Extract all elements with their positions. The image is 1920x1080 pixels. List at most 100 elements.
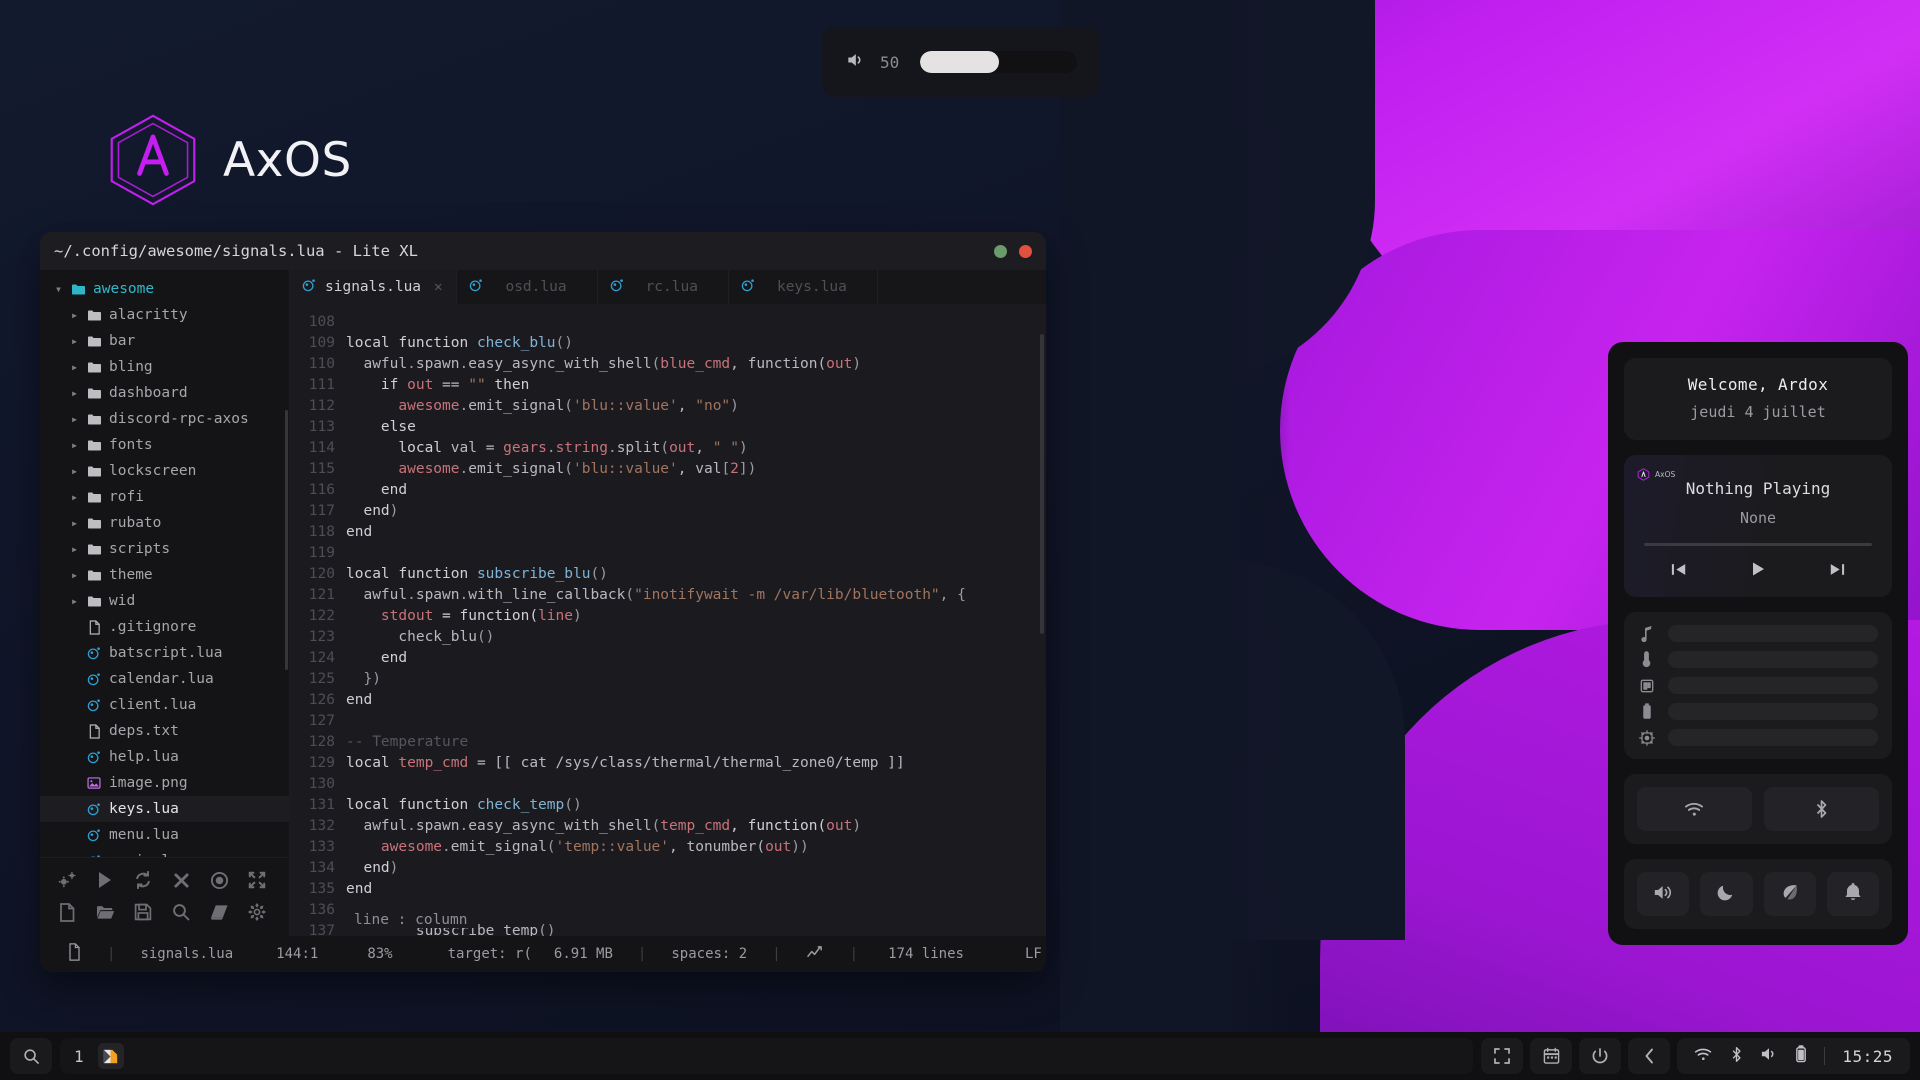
open-folder-icon[interactable] bbox=[88, 897, 122, 927]
code-line[interactable]: }) bbox=[346, 669, 1046, 690]
code-line[interactable]: local val = gears.string.split(out, " ") bbox=[346, 438, 1046, 459]
notifications-action[interactable] bbox=[1827, 872, 1879, 916]
code-line[interactable]: check_blu() bbox=[346, 627, 1046, 648]
tree-node-scripts[interactable]: ▸scripts bbox=[40, 536, 289, 562]
code-line[interactable] bbox=[346, 711, 1046, 732]
clock[interactable]: 15:25 bbox=[1842, 1047, 1893, 1066]
code-line[interactable]: local temp_cmd = [[ cat /sys/class/therm… bbox=[346, 753, 1046, 774]
code-line[interactable]: local function subscribe_blu() bbox=[346, 564, 1046, 585]
play-icon[interactable] bbox=[1740, 559, 1776, 583]
tree-node-batscript-lua[interactable]: batscript.lua bbox=[40, 640, 289, 666]
code-line[interactable]: awesome.emit_signal('blu::value', "no") bbox=[346, 396, 1046, 417]
slider-track[interactable] bbox=[1668, 677, 1878, 694]
tree-node-deps-txt[interactable]: deps.txt bbox=[40, 718, 289, 744]
book-icon[interactable] bbox=[202, 897, 236, 927]
tree-node--gitignore[interactable]: .gitignore bbox=[40, 614, 289, 640]
workspace-tag[interactable]: 1 bbox=[74, 1047, 84, 1066]
tab-osd-lua[interactable]: osd.lua bbox=[457, 270, 597, 304]
code-line[interactable]: -- Temperature bbox=[346, 732, 1046, 753]
new-file-icon[interactable] bbox=[50, 897, 84, 927]
ram-slider[interactable] bbox=[1638, 677, 1878, 694]
power-button[interactable] bbox=[1579, 1038, 1621, 1074]
slider-track[interactable] bbox=[1668, 625, 1878, 642]
line-chart-icon[interactable] bbox=[795, 945, 836, 964]
editor-scrollbar[interactable] bbox=[1040, 334, 1044, 634]
search-button[interactable] bbox=[10, 1038, 52, 1074]
tree-node-root[interactable]: ▾awesome bbox=[40, 276, 289, 302]
tab-keys-lua[interactable]: keys.lua bbox=[729, 270, 878, 304]
code-line[interactable]: else bbox=[346, 417, 1046, 438]
code-line[interactable]: end bbox=[346, 879, 1046, 900]
volume-slider[interactable] bbox=[1638, 625, 1878, 642]
previous-track-icon[interactable] bbox=[1661, 560, 1697, 583]
tree-node-alacritty[interactable]: ▸alacritty bbox=[40, 302, 289, 328]
slider-track[interactable] bbox=[1668, 651, 1878, 668]
code-line[interactable]: stdout = function(line) bbox=[346, 606, 1046, 627]
tree-node-rofi[interactable]: ▸rofi bbox=[40, 484, 289, 510]
expand-icon[interactable] bbox=[240, 865, 274, 895]
save-icon[interactable] bbox=[126, 897, 160, 927]
tree-node-keys-lua[interactable]: keys.lua bbox=[40, 796, 289, 822]
cpu-slider[interactable] bbox=[1638, 729, 1878, 746]
tree-node-dashboard[interactable]: ▸dashboard bbox=[40, 380, 289, 406]
tree-scrollbar[interactable] bbox=[285, 410, 288, 670]
close-button[interactable] bbox=[1019, 245, 1032, 258]
search-icon[interactable] bbox=[164, 897, 198, 927]
eco-mode-action[interactable] bbox=[1764, 872, 1816, 916]
tree-node-lockscreen[interactable]: ▸lockscreen bbox=[40, 458, 289, 484]
night-mode-action[interactable] bbox=[1700, 872, 1752, 916]
status-zoom[interactable]: 83% bbox=[329, 946, 403, 962]
bluetooth-toggle[interactable] bbox=[1764, 787, 1879, 831]
status-eol[interactable]: LF bbox=[975, 946, 1046, 962]
tab-signals-lua[interactable]: signals.lua✕ bbox=[290, 270, 457, 304]
code-line[interactable] bbox=[346, 312, 1046, 333]
tree-node-calendar-lua[interactable]: calendar.lua bbox=[40, 666, 289, 692]
tree-node-bling[interactable]: ▸bling bbox=[40, 354, 289, 380]
slider-track[interactable] bbox=[1668, 703, 1878, 720]
battery-slider[interactable] bbox=[1638, 703, 1878, 720]
next-track-icon[interactable] bbox=[1819, 560, 1855, 583]
calendar-button[interactable] bbox=[1530, 1038, 1572, 1074]
tree-node-music-lua[interactable]: music.lua bbox=[40, 848, 289, 857]
tree-node-wid[interactable]: ▸wid bbox=[40, 588, 289, 614]
brightness-slider[interactable] bbox=[1638, 651, 1878, 668]
code-line[interactable] bbox=[346, 774, 1046, 795]
fullscreen-button[interactable] bbox=[1481, 1038, 1523, 1074]
tray-expand-button[interactable] bbox=[1628, 1038, 1670, 1074]
code-line[interactable]: end) bbox=[346, 501, 1046, 522]
code-line[interactable]: end bbox=[346, 648, 1046, 669]
refresh-icon[interactable] bbox=[126, 865, 160, 895]
run-icon[interactable] bbox=[88, 865, 122, 895]
tree-node-menu-lua[interactable]: menu.lua bbox=[40, 822, 289, 848]
code-line[interactable]: local function check_blu() bbox=[346, 333, 1046, 354]
tree-node-client-lua[interactable]: client.lua bbox=[40, 692, 289, 718]
code-line[interactable]: awful.spawn.easy_async_with_shell(blue_c… bbox=[346, 354, 1046, 375]
window-titlebar[interactable]: ~/.config/awesome/signals.lua - Lite XL bbox=[40, 232, 1046, 270]
code-area[interactable]: 1081091101111121131141151161171181191201… bbox=[290, 304, 1046, 936]
tree-node-fonts[interactable]: ▸fonts bbox=[40, 432, 289, 458]
code-line[interactable]: end bbox=[346, 522, 1046, 543]
code-line[interactable]: local function check_temp() bbox=[346, 795, 1046, 816]
target-icon[interactable] bbox=[202, 865, 236, 895]
code-line[interactable]: if out == "" then bbox=[346, 375, 1046, 396]
bluetooth-icon[interactable] bbox=[1730, 1046, 1743, 1067]
tree-node-theme[interactable]: ▸theme bbox=[40, 562, 289, 588]
stop-icon[interactable] bbox=[164, 865, 198, 895]
tree-node-image-png[interactable]: image.png bbox=[40, 770, 289, 796]
tree-node-bar[interactable]: ▸bar bbox=[40, 328, 289, 354]
mute-action[interactable] bbox=[1637, 872, 1689, 916]
status-position[interactable]: 144:1 bbox=[244, 946, 329, 962]
code-line[interactable]: end bbox=[346, 690, 1046, 711]
gears-icon[interactable] bbox=[50, 865, 84, 895]
status-indent[interactable]: spaces: 2 bbox=[660, 946, 758, 962]
close-icon[interactable]: ✕ bbox=[434, 279, 442, 295]
tree-node-help-lua[interactable]: help.lua bbox=[40, 744, 289, 770]
code-line[interactable]: awesome.emit_signal('temp::value', tonum… bbox=[346, 837, 1046, 858]
volume-icon[interactable] bbox=[1760, 1046, 1778, 1066]
file-tree-list[interactable]: ▾awesome▸alacritty▸bar▸bling▸dashboard▸d… bbox=[40, 270, 289, 857]
tree-node-discord-rpc-axos[interactable]: ▸discord-rpc-axos bbox=[40, 406, 289, 432]
minimize-button[interactable] bbox=[994, 245, 1007, 258]
wifi-icon[interactable] bbox=[1694, 1047, 1713, 1066]
code-line[interactable]: awful.spawn.easy_async_with_shell(temp_c… bbox=[346, 816, 1046, 837]
code-line[interactable]: awful.spawn.with_line_callback("inotifyw… bbox=[346, 585, 1046, 606]
